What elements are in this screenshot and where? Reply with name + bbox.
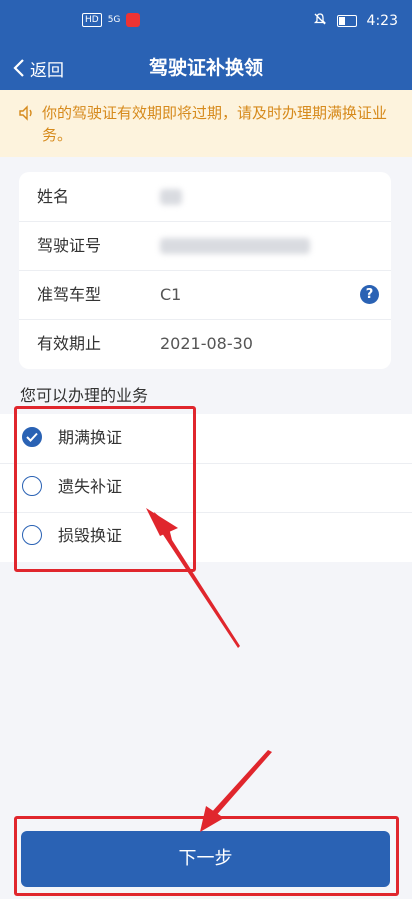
info-label: 有效期止 [37,334,102,353]
info-row-license-number: 驾驶证号 [19,221,391,271]
hd-badge: HD [82,13,102,27]
info-label: 准驾车型 [37,285,102,304]
info-label: 姓名 [37,187,70,206]
signal-icon: 5G [107,15,121,25]
status-time: 4:23 [366,13,398,29]
services-title: 您可以办理的业务 [20,386,149,405]
info-row-name: 姓名 [19,172,391,222]
status-right-icons: 4:23 [313,12,398,30]
license-info-card: 姓名 驾驶证号 准驾车型 C1 ? 有效期止 2021-08-30 [19,172,391,369]
next-button[interactable]: 下一步 [21,831,390,887]
battery-icon [336,15,357,27]
info-row-expiry: 有效期止 2021-08-30 [19,319,391,368]
info-value: C1 [160,285,182,304]
info-row-vehicle-class: 准驾车型 C1 ? [19,270,391,320]
blurred-name [160,189,182,205]
speaker-icon [19,105,32,121]
help-icon[interactable]: ? [360,285,379,304]
annotation-box-options [14,406,196,572]
status-left-icons: HD 5G [82,13,141,27]
info-value: 2021-08-30 [160,334,253,353]
mute-icon [313,12,327,30]
app-notification-icon [126,13,141,27]
info-label: 驾驶证号 [37,236,102,255]
status-bar: HD 5G 4:23 [0,0,412,46]
expiry-notice: 你的驾驶证有效期即将过期，请及时办理期满换证业务。 [0,90,412,157]
blurred-license-number [160,238,310,254]
notice-text: 你的驾驶证有效期即将过期，请及时办理期满换证业务。 [42,104,388,144]
annotation-arrow-down [208,750,272,822]
page-title: 驾驶证补换领 [148,57,263,79]
nav-bar: 返回 驾驶证补换领 [0,46,412,90]
